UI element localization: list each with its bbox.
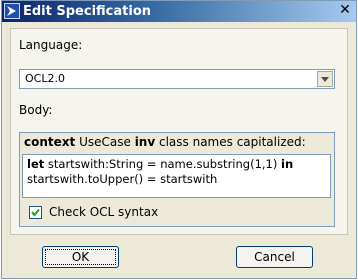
body-label: Body:	[19, 103, 53, 117]
chevron-down-icon[interactable]	[317, 71, 333, 87]
language-select-value: OCL2.0	[25, 72, 65, 85]
language-select[interactable]: OCL2.0	[19, 69, 335, 89]
ok-button[interactable]: OK	[42, 246, 119, 268]
cancel-button[interactable]: Cancel	[236, 246, 313, 268]
ocl-context-header: context UseCase inv class names capitali…	[24, 135, 306, 149]
title-bar[interactable]: Edit Specification ✕	[2, 1, 356, 22]
editor-line-1: let startswith:String = name.substring(1…	[27, 157, 326, 172]
check-ocl-syntax-label: Check OCL syntax	[49, 205, 159, 219]
close-icon[interactable]: ✕	[337, 3, 353, 18]
arrow-icon	[4, 3, 20, 19]
check-ocl-syntax-checkbox[interactable]	[29, 206, 42, 219]
window-title: Edit Specification	[23, 4, 152, 19]
specification-panel: Language: OCL2.0 Body: context UseCase i…	[10, 28, 348, 235]
let-expression: startswith:String = name.substring(1,1)	[44, 157, 281, 171]
let-keyword: let	[27, 157, 45, 171]
constraint-name: class names capitalized:	[155, 135, 306, 149]
edit-specification-dialog: Edit Specification ✕ Language: OCL2.0 Bo…	[1, 0, 357, 279]
context-keyword: context	[24, 135, 76, 149]
inv-keyword: inv	[134, 135, 156, 149]
in-keyword: in	[281, 157, 294, 171]
context-type: UseCase	[75, 135, 135, 149]
editor-line-2: startswith.toUpper() = startswith	[27, 172, 218, 186]
ocl-body-editor[interactable]: let startswith:String = name.substring(1…	[22, 154, 331, 198]
language-label: Language:	[19, 38, 83, 52]
ocl-body-group: context UseCase inv class names capitali…	[19, 132, 335, 227]
